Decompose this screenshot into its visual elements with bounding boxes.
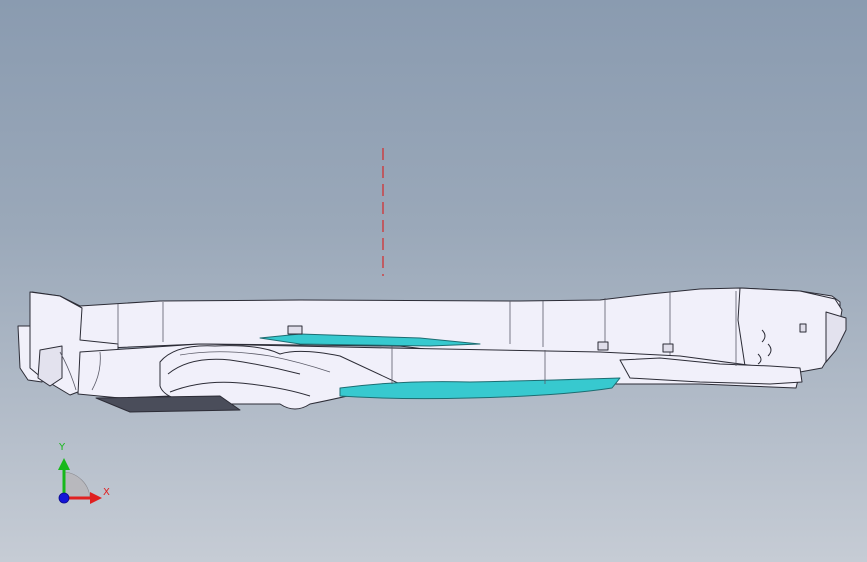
part-boss-2: [597, 341, 609, 351]
x-axis-label: X: [103, 487, 110, 498]
part-left-tab: [37, 345, 63, 387]
model-view[interactable]: [0, 0, 867, 562]
part-boss-1: [287, 325, 303, 335]
part-boss-3: [662, 343, 674, 353]
part-boss-4: [799, 323, 807, 333]
cad-part-body[interactable]: [17, 287, 847, 413]
part-under-rail: [95, 395, 241, 413]
coordinate-triad-icon: Y X: [40, 436, 130, 516]
graphics-viewport[interactable]: Y X: [0, 0, 867, 562]
y-axis-label: Y: [59, 442, 66, 453]
part-right-clip: [825, 311, 847, 363]
